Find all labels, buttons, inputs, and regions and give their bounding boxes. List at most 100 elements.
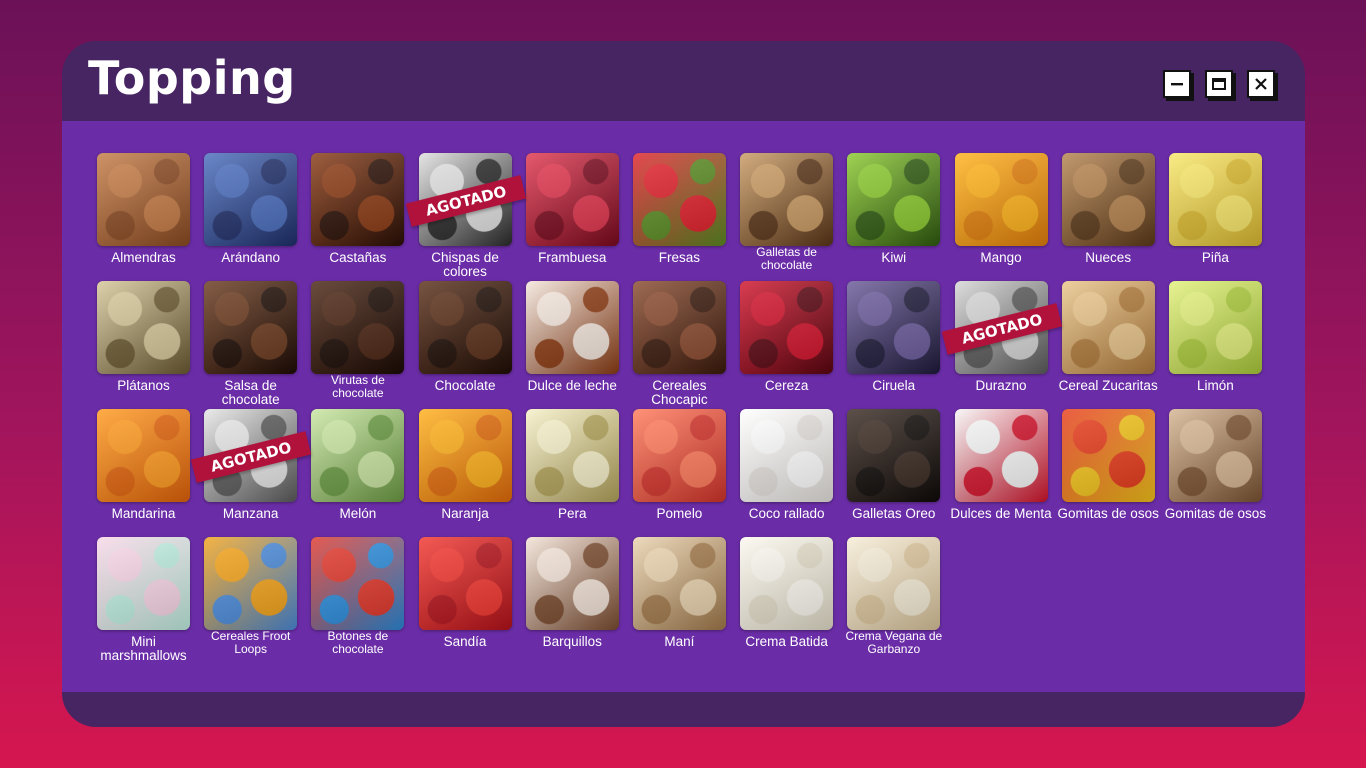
minimize-icon (1171, 83, 1183, 86)
topping-item[interactable]: Castañas (311, 153, 405, 281)
topping-label: Chispas de colores (431, 250, 499, 279)
topping-item[interactable]: Cereales Froot Loops (204, 537, 298, 665)
topping-item[interactable]: Mini marshmallows (97, 537, 190, 665)
topping-image (311, 281, 405, 374)
topping-image (632, 409, 726, 502)
topping-item[interactable]: Nueces (1061, 153, 1155, 281)
topping-item[interactable]: Coco rallado (740, 409, 834, 537)
maximize-button[interactable] (1205, 70, 1233, 98)
topping-label: Limón (1196, 378, 1234, 393)
topping-item[interactable]: Plátanos (97, 281, 190, 409)
topping-item[interactable]: AGOTADO Chispas de colores (405, 153, 526, 281)
topping-window: Topping Almendras Arándano Castañas AGOTADO… (62, 41, 1305, 727)
topping-item[interactable]: Crema Vegana de Garbanzo (845, 537, 942, 665)
topping-item[interactable]: Cereza (740, 281, 834, 409)
topping-item[interactable]: Maní (632, 537, 726, 665)
topping-item[interactable]: Kiwi (847, 153, 941, 281)
window-controls (1163, 70, 1275, 98)
topping-label: Nueces (1085, 250, 1132, 265)
topping-label: Sandía (443, 634, 487, 649)
topping-image (418, 281, 512, 374)
topping-image (204, 153, 298, 246)
topping-image (740, 537, 834, 630)
topping-label: Naranja (441, 506, 489, 521)
topping-image (204, 281, 298, 374)
topping-image (1061, 409, 1155, 502)
topping-item[interactable]: Piña (1168, 153, 1262, 281)
topping-item[interactable]: Mango (954, 153, 1048, 281)
topping-image (525, 281, 619, 374)
topping-label: Barquillos (542, 634, 602, 649)
topping-item[interactable]: AGOTADO Manzana (191, 409, 312, 537)
topping-label: Maní (664, 634, 695, 649)
topping-image (204, 537, 298, 630)
topping-item[interactable]: Dulces de Menta (950, 409, 1052, 537)
topping-item[interactable]: Salsa de chocolate (204, 281, 298, 409)
topping-item[interactable]: Chocolate (418, 281, 512, 409)
topping-item[interactable]: Virutas de chocolate (311, 281, 405, 409)
topping-item[interactable]: Gomitas de osos (1058, 409, 1159, 537)
topping-image (847, 281, 941, 374)
topping-label: Dulces de Menta (950, 506, 1052, 521)
topping-item[interactable]: AGOTADO Durazno (941, 281, 1062, 409)
topping-item[interactable]: Cereal Zucaritas (1059, 281, 1158, 409)
topping-item[interactable]: Limón (1168, 281, 1262, 409)
topping-label: Plátanos (117, 378, 170, 393)
topping-item[interactable]: Naranja (418, 409, 512, 537)
topping-image (525, 537, 619, 630)
topping-image (1168, 153, 1262, 246)
topping-label: Cereales Chocapic (651, 378, 708, 407)
topping-label: Galletas Oreo (852, 506, 936, 521)
topping-item[interactable]: Dulce de leche (525, 281, 619, 409)
topping-label: Mandarina (111, 506, 176, 521)
title-bar: Topping (62, 41, 1305, 121)
topping-label: Pera (557, 506, 587, 521)
topping-image (740, 409, 834, 502)
topping-label: Galletas de chocolate (756, 245, 817, 272)
topping-image (418, 409, 512, 502)
minimize-button[interactable] (1163, 70, 1191, 98)
topping-label: Gomitas de osos (1164, 506, 1267, 521)
topping-item[interactable]: Pera (525, 409, 619, 537)
topping-item[interactable]: Crema Batida (740, 537, 834, 665)
maximize-icon (1212, 78, 1226, 90)
topping-label: Pomelo (656, 506, 703, 521)
topping-image (97, 537, 190, 630)
topping-image (1061, 153, 1155, 246)
topping-image (954, 153, 1048, 246)
window-title: Topping (88, 51, 296, 105)
topping-item[interactable]: Fresas (632, 153, 726, 281)
topping-item[interactable]: Galletas Oreo (847, 409, 941, 537)
topping-item[interactable]: Botones de chocolate (311, 537, 405, 665)
topping-item[interactable]: Cereales Chocapic (632, 281, 726, 409)
topping-image (847, 153, 941, 246)
topping-grid: Almendras Arándano Castañas AGOTADO Chispas … (97, 153, 1266, 665)
close-icon (1255, 78, 1267, 90)
topping-item[interactable]: Sandía (418, 537, 512, 665)
topping-image (97, 153, 190, 246)
topping-label: Cereal Zucaritas (1058, 378, 1158, 393)
topping-label: Crema Vegana de Garbanzo (845, 629, 943, 656)
topping-image (740, 281, 834, 374)
topping-item[interactable]: Frambuesa (525, 153, 619, 281)
topping-item[interactable]: Mandarina (97, 409, 190, 537)
topping-image (847, 409, 941, 502)
close-button[interactable] (1247, 70, 1275, 98)
topping-item[interactable]: Melón (311, 409, 405, 537)
topping-item[interactable]: Almendras (97, 153, 190, 281)
topping-label: Gomitas de osos (1057, 506, 1159, 521)
topping-label: Kiwi (881, 250, 907, 265)
topping-image (311, 537, 405, 630)
topping-item[interactable]: Galletas de chocolate (740, 153, 834, 281)
topping-item[interactable]: Gomitas de osos (1165, 409, 1266, 537)
topping-item[interactable]: Pomelo (632, 409, 726, 537)
topping-item[interactable]: Arándano (204, 153, 298, 281)
topping-label: Melón (339, 506, 377, 521)
topping-item[interactable]: Ciruela (847, 281, 941, 409)
topping-label: Manzana (222, 506, 279, 521)
topping-label: Castañas (329, 250, 387, 265)
topping-label: Frambuesa (538, 250, 607, 265)
topping-item[interactable]: Barquillos (525, 537, 619, 665)
topping-image (418, 537, 512, 630)
topping-image (1168, 281, 1262, 374)
